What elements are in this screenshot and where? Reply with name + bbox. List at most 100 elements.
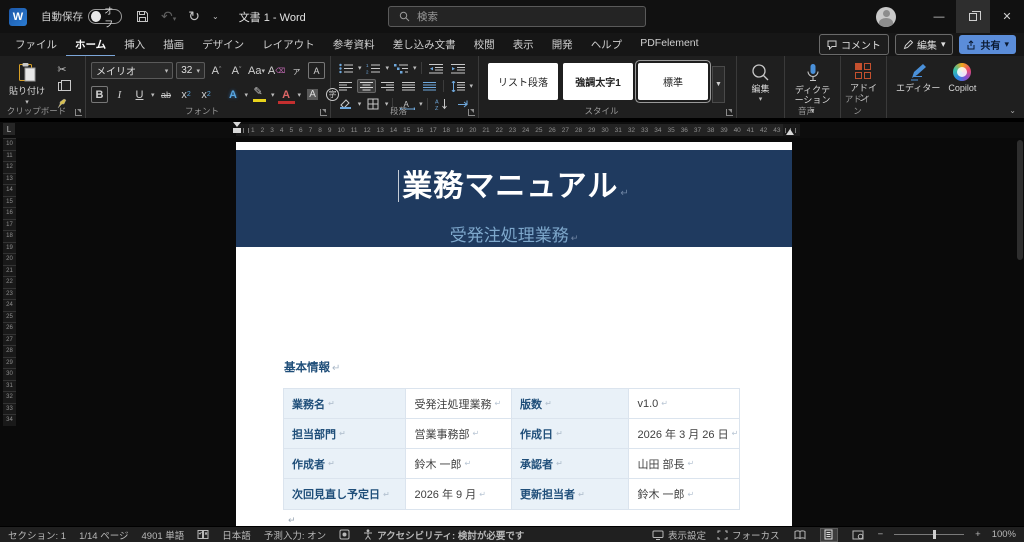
zoom-slider[interactable] [894, 534, 964, 535]
web-layout-icon[interactable] [849, 528, 867, 542]
chevron-down-icon[interactable]: ▾ [358, 64, 362, 72]
styles-gallery-more-icon[interactable]: ▼ [712, 66, 725, 103]
table-value-cell[interactable]: 鈴木 一郎 [406, 449, 512, 478]
shrink-font-icon[interactable]: Aˇ [228, 62, 245, 79]
macro-record-icon[interactable] [339, 529, 350, 540]
autosave-control[interactable]: 自動保存 オフ [41, 9, 122, 24]
ribbon-tab-挿入[interactable]: 挿入 [115, 33, 154, 57]
grow-font-icon[interactable]: Aˆ [208, 62, 225, 79]
vertical-ruler[interactable]: 1011121314151617181920212223242526272829… [3, 138, 16, 426]
table-label-cell[interactable]: 次回見直し予定日 [284, 479, 406, 509]
print-layout-icon[interactable] [820, 528, 838, 542]
zoom-slider-thumb[interactable] [933, 530, 936, 539]
numbering-icon[interactable]: 12 [364, 61, 384, 75]
increase-indent-icon[interactable] [448, 61, 468, 75]
multilevel-list-icon[interactable] [391, 61, 411, 75]
document-page[interactable]: 業務マニュアル↵ 受発注処理業務↵ 基本情報↵ 業務名受発注処理業務版数v1.0… [236, 142, 792, 526]
search-input[interactable]: 検索 [388, 6, 646, 27]
autosave-toggle[interactable]: オフ [88, 9, 122, 24]
distribute-icon[interactable] [420, 79, 439, 93]
table-label-cell[interactable]: 業務名 [284, 389, 406, 418]
align-left-icon[interactable] [336, 79, 355, 93]
prediction-indicator[interactable]: 予測入力: オン [264, 528, 326, 542]
comments-button[interactable]: コメント [819, 34, 889, 55]
ribbon-tab-PDFelement[interactable]: PDFelement [631, 33, 707, 57]
ribbon-tab-ホーム[interactable]: ホーム [66, 33, 115, 57]
text-effects-icon[interactable]: A [225, 86, 242, 103]
page-indicator[interactable]: 1/14 ページ [79, 528, 128, 542]
clear-formatting-icon[interactable]: A⌫ [268, 62, 285, 79]
chevron-down-icon[interactable]: ▾ [298, 91, 302, 99]
focus-button[interactable]: フォーカス [717, 528, 780, 542]
align-center-icon[interactable] [357, 79, 376, 93]
style-card[interactable]: 標準 [638, 63, 708, 100]
superscript-icon[interactable]: x2 [198, 86, 215, 103]
dialog-launcher-icon[interactable] [468, 109, 475, 116]
character-shading-icon[interactable]: A [304, 86, 321, 103]
language-indicator[interactable]: 日本語 [222, 528, 251, 542]
ribbon-tab-校閲[interactable]: 校閲 [465, 33, 504, 57]
account-avatar[interactable] [876, 7, 896, 27]
font-color-icon[interactable]: A [278, 86, 295, 103]
editing-menu-button[interactable]: 編集 ▾ [742, 60, 779, 104]
accessibility-status[interactable]: アクセシビリティ: 検討が必要です [363, 528, 524, 542]
chevron-down-icon[interactable]: ▾ [413, 64, 417, 72]
table-label-cell[interactable]: 担当部門 [284, 419, 406, 448]
table-value-cell[interactable]: v1.0 [629, 389, 739, 418]
copilot-button[interactable]: Copilot [944, 60, 980, 93]
chevron-down-icon[interactable]: ▾ [151, 91, 155, 99]
title-banner[interactable]: 業務マニュアル↵ 受発注処理業務↵ [236, 150, 792, 247]
bold-icon[interactable]: B [91, 86, 108, 103]
strikethrough-icon[interactable]: ab [158, 86, 175, 103]
table-value-cell[interactable]: 鈴木 一郎 [629, 479, 739, 509]
decrease-indent-icon[interactable] [426, 61, 446, 75]
section-heading[interactable]: 基本情報↵ [284, 359, 792, 375]
table-value-cell[interactable]: 受発注処理業務 [406, 389, 512, 418]
zoom-level[interactable]: 100% [992, 529, 1016, 540]
document-subheading[interactable]: 受発注処理業務↵ [236, 221, 792, 246]
horizontal-ruler[interactable]: 1234567891011121314151617181920212223242… [236, 124, 800, 136]
share-button[interactable]: 共有 ▾ [959, 35, 1016, 54]
zoom-in-button[interactable]: + [975, 529, 981, 540]
change-case-icon[interactable]: Aa▾ [248, 62, 265, 79]
indent-marker-right[interactable] [786, 129, 794, 135]
collapse-ribbon-icon[interactable]: ⌄ [1009, 106, 1016, 115]
ribbon-tab-ヘルプ[interactable]: ヘルプ [582, 33, 632, 57]
ribbon-tab-表示[interactable]: 表示 [504, 33, 543, 57]
dialog-launcher-icon[interactable] [726, 109, 733, 116]
document-heading[interactable]: 業務マニュアル↵ [236, 161, 792, 205]
table-value-cell[interactable]: 山田 部長 [629, 449, 739, 478]
close-button[interactable]: ✕ [990, 0, 1024, 33]
tab-stop-selector[interactable]: L [3, 123, 15, 135]
ribbon-tab-デザイン[interactable]: デザイン [193, 33, 253, 57]
underline-icon[interactable]: U [131, 86, 148, 103]
document-workspace[interactable]: 1011121314151617181920212223242526272829… [0, 138, 1024, 526]
table-label-cell[interactable]: 更新担当者 [512, 479, 629, 509]
section-indicator[interactable]: セクション: 1 [8, 528, 66, 542]
undo-icon[interactable]: ↶▾ [161, 8, 176, 25]
editing-mode-button[interactable]: 編集 ▾ [895, 34, 954, 55]
subscript-icon[interactable]: x2 [178, 86, 195, 103]
redo-icon[interactable]: ↻ [188, 8, 200, 25]
chevron-down-icon[interactable]: ▾ [271, 91, 275, 99]
proofing-icon[interactable] [197, 529, 209, 540]
ribbon-tab-開発[interactable]: 開発 [543, 33, 582, 57]
indent-marker-left[interactable] [233, 122, 241, 127]
enclose-characters-icon[interactable]: A [308, 62, 325, 79]
minimize-button[interactable]: — [922, 0, 956, 33]
display-settings-button[interactable]: 表示設定 [652, 528, 706, 542]
word-count[interactable]: 4901 単語 [142, 528, 185, 542]
dialog-launcher-icon[interactable] [75, 109, 82, 116]
justify-icon[interactable] [399, 79, 418, 93]
chevron-down-icon[interactable]: ▾ [245, 91, 249, 99]
table-value-cell[interactable]: 2026 年 9 月 [406, 479, 512, 509]
chevron-down-icon[interactable]: ▾ [386, 64, 390, 72]
ribbon-tab-差し込み文書[interactable]: 差し込み文書 [384, 33, 465, 57]
table-label-cell[interactable]: 版数 [512, 389, 629, 418]
qat-overflow-icon[interactable]: ⌄ [212, 12, 219, 21]
ribbon-tab-描画[interactable]: 描画 [154, 33, 193, 57]
zoom-out-button[interactable]: − [878, 529, 884, 540]
save-icon[interactable] [136, 10, 149, 23]
table-label-cell[interactable]: 作成日 [512, 419, 629, 448]
basic-info-table[interactable]: 業務名受発注処理業務版数v1.0担当部門営業事務部作成日2026 年 3 月 2… [283, 388, 740, 510]
